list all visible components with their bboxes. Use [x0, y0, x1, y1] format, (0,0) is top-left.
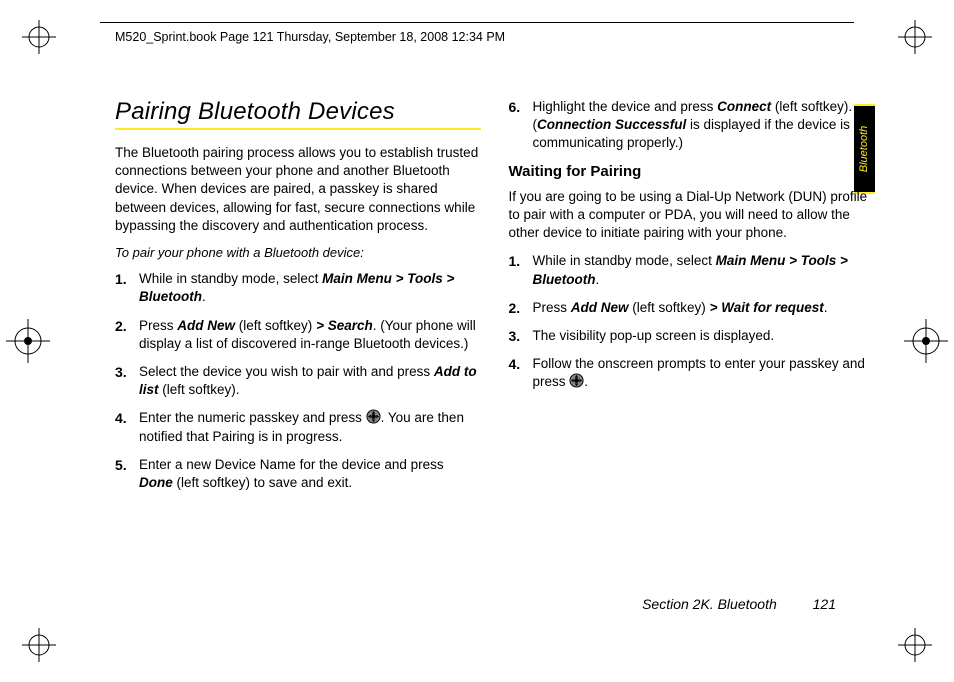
subsection-heading: Waiting for Pairing [509, 163, 875, 180]
header-rule [100, 22, 854, 23]
left-column: Pairing Bluetooth Devices The Bluetooth … [115, 98, 481, 622]
nav-key-icon [569, 373, 584, 388]
crop-mark-icon [22, 20, 56, 54]
pairing-steps: 1.While in standby mode, select Main Men… [115, 270, 481, 492]
instruction-lead: To pair your phone with a Bluetooth devi… [115, 245, 481, 260]
intro-paragraph: If you are going to be using a Dial-Up N… [509, 188, 875, 243]
step-text: (left softkey) [629, 300, 710, 315]
step-text: . [202, 289, 206, 304]
list-item: 6.Highlight the device and press Connect… [529, 98, 875, 153]
step-number: 4. [509, 355, 521, 374]
step-text: The visibility pop-up screen is displaye… [533, 328, 775, 343]
list-item: 3.Select the device you wish to pair wit… [135, 363, 481, 399]
pairing-steps-continued: 6. Highlight the device and press Connect… [509, 98, 875, 153]
step-number: 1. [509, 252, 521, 271]
step-text: . [596, 272, 600, 287]
step-text: Select the device you wish to pair with … [139, 364, 434, 379]
list-item: 1.While in standby mode, select Main Men… [135, 270, 481, 306]
list-item: 3.The visibility pop-up screen is displa… [529, 327, 875, 345]
step-text: . [584, 374, 588, 389]
step-text: . [824, 300, 828, 315]
step-text: (left softkey) to save and exit. [173, 475, 352, 490]
step-text: While in standby mode, select [139, 271, 322, 286]
step-text: Highlight the device and press [533, 99, 718, 114]
status-label: Connection Successful [537, 117, 686, 132]
step-number: 3. [115, 363, 127, 382]
right-column: 6. Highlight the device and press Connect… [509, 98, 875, 622]
crop-mark-icon [904, 319, 948, 363]
page-number: 121 [813, 596, 836, 612]
step-number: 5. [115, 456, 127, 475]
footer-section-label: Section 2K. Bluetooth [642, 596, 777, 612]
waiting-steps: 1.While in standby mode, select Main Men… [509, 252, 875, 391]
crop-mark-icon [898, 628, 932, 662]
nav-key-icon [366, 409, 381, 424]
step-number: 1. [115, 270, 127, 289]
step-number: 3. [509, 327, 521, 346]
list-item: 2.Press Add New (left softkey) > Search.… [135, 317, 481, 353]
menu-path: > Wait for request [710, 300, 824, 315]
softkey-label: Add New [177, 318, 235, 333]
crop-mark-icon [22, 628, 56, 662]
step-text: Enter a new Device Name for the device a… [139, 457, 444, 472]
list-item: 1.While in standby mode, select Main Men… [529, 252, 875, 288]
menu-path: > Search [316, 318, 373, 333]
page-body: Pairing Bluetooth Devices The Bluetooth … [115, 98, 874, 622]
crop-mark-icon [898, 20, 932, 54]
title-underline [115, 128, 481, 130]
list-item: 5.Enter a new Device Name for the device… [135, 456, 481, 492]
step-number: 2. [509, 299, 521, 318]
step-text: While in standby mode, select [533, 253, 716, 268]
section-title: Pairing Bluetooth Devices [115, 98, 481, 126]
list-item: 4.Enter the numeric passkey and press . … [135, 409, 481, 445]
step-text: Enter the numeric passkey and press [139, 410, 366, 425]
intro-paragraph: The Bluetooth pairing process allows you… [115, 144, 481, 235]
step-text: (left softkey) [235, 318, 316, 333]
list-item: 2.Press Add New (left softkey) > Wait fo… [529, 299, 875, 317]
softkey-label: Connect [717, 99, 771, 114]
step-text: Press [139, 318, 177, 333]
step-text: (left softkey). [159, 382, 240, 397]
step-number: 2. [115, 317, 127, 336]
step-number: 4. [115, 409, 127, 428]
list-item: 4.Follow the onscreen prompts to enter y… [529, 355, 875, 391]
crop-mark-icon [6, 319, 50, 363]
step-text: Press [533, 300, 571, 315]
softkey-label: Add New [571, 300, 629, 315]
page-footer: Section 2K. Bluetooth 121 [642, 596, 836, 612]
softkey-label: Done [139, 475, 173, 490]
step-number: 6. [509, 98, 521, 117]
running-header: M520_Sprint.book Page 121 Thursday, Sept… [115, 30, 505, 44]
